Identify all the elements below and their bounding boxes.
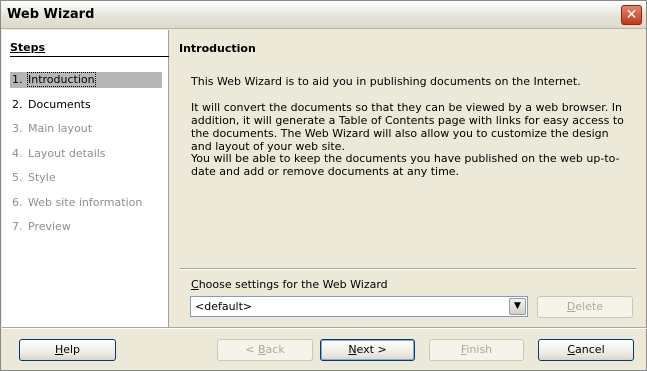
web-wizard-window: Web Wizard ✕ Steps 1. Introduction 2. Docu… [0,0,647,371]
step-style: 5. Style [10,170,162,186]
back-mnemonic: B [258,343,266,356]
steps-list: 1. Introduction 2. Documents 3. Main layout… [10,72,162,244]
next-label: ext > [356,343,387,356]
step-label: Introduction [27,72,96,87]
intro-paragraph-1: This Web Wizard is to aid you in publish… [191,75,581,88]
step-label: Main layout [28,122,93,135]
settings-select[interactable]: <default> ▼ [190,296,528,317]
back-label: ack [265,343,285,356]
step-number: 5. [12,171,23,184]
step-label: Style [28,171,56,184]
back-button[interactable]: < Back [217,339,313,361]
button-bar-separator [2,327,647,329]
step-label: Layout details [28,146,106,160]
steps-header: Steps [10,41,169,57]
settings-label-text: hoose settings for the Web Wizard [198,278,388,291]
delete-button[interactable]: Delete [537,296,633,318]
cancel-mnemonic: C [567,343,576,356]
close-icon: ✕ [625,7,638,23]
page-title: Introduction [179,42,256,55]
intro-paragraph-3: You will be able to keep the documents y… [191,152,620,178]
delete-label: elete [575,300,604,313]
settings-separator [180,268,636,270]
step-number: 1. [12,73,23,86]
step-layout-details: 4. Layout details [10,146,162,162]
help-button[interactable]: Help [19,339,116,361]
step-introduction[interactable]: 1. Introduction [10,72,162,88]
step-number: 3. [12,122,23,135]
step-main-layout: 3. Main layout [10,121,162,137]
help-mnemonic: H [54,343,64,356]
step-preview: 7. Preview [10,219,162,235]
step-number: 2. [12,97,23,111]
help-label: elp [63,343,81,356]
title-bar[interactable]: Web Wizard ✕ [1,1,646,29]
next-mnemonic: N [348,343,357,356]
step-label: Preview [28,220,71,233]
step-web-site-information: 6. Web site information [10,195,162,211]
step-number: 6. [12,195,23,209]
intro-paragraph-2: It will convert the documents so that th… [191,101,624,153]
step-label: Web site information [28,195,143,209]
finish-label: inish [466,343,493,356]
cancel-label: ancel [575,343,605,356]
step-label: Documents [28,97,91,111]
settings-label-mnemonic: C [191,278,199,291]
steps-pane: Steps 1. Introduction 2. Documents 3. Main … [2,30,169,327]
settings-label: Choose settings for the Web Wizard [191,278,388,291]
step-documents[interactable]: 2. Documents [10,97,162,113]
next-button[interactable]: Next > [320,339,415,361]
settings-select-value: <default> [195,300,253,313]
cancel-button[interactable]: Cancel [538,339,634,361]
chevron-down-icon[interactable]: ▼ [509,298,526,315]
content-pane: Introduction This Web Wizard is to aid y… [170,30,646,327]
close-button[interactable]: ✕ [621,5,642,25]
step-number: 4. [12,146,23,160]
window-title: Web Wizard [7,7,95,22]
back-prefix: < [245,343,258,356]
step-number: 7. [12,220,23,233]
finish-button[interactable]: Finish [429,339,524,361]
